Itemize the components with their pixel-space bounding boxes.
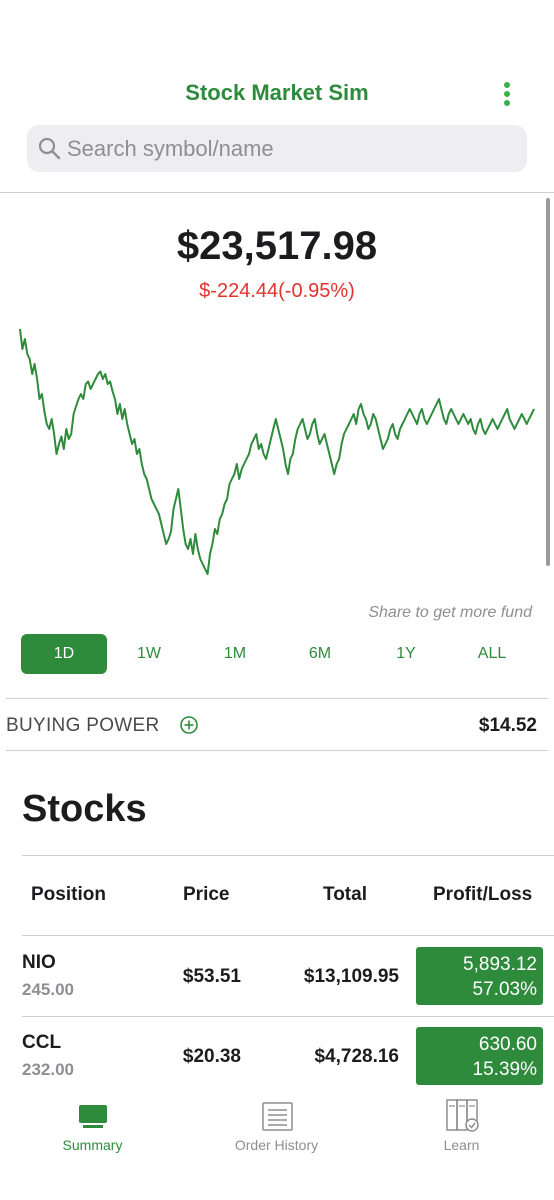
- app-title: Stock Market Sim: [185, 80, 369, 105]
- column-header-profit-loss: Profit/Loss: [433, 884, 533, 905]
- tab-bar: Summary Order History Learn: [0, 1086, 554, 1200]
- range-1y-button[interactable]: 1Y: [363, 634, 449, 674]
- tab-learn[interactable]: Learn: [369, 1086, 554, 1166]
- portfolio-change: $-224.44(-0.95%): [199, 280, 355, 302]
- portfolio-line: [19, 328, 535, 575]
- document-list-icon: [262, 1102, 293, 1131]
- tab-order-history[interactable]: Order History: [184, 1086, 369, 1166]
- tab-label: Order History: [234, 1137, 319, 1153]
- divider: [0, 192, 554, 193]
- portfolio-balance: $23,517.98: [176, 224, 378, 268]
- add-funds-icon[interactable]: [179, 715, 199, 735]
- range-6m-button[interactable]: 6M: [277, 634, 363, 674]
- stock-symbol: CCL: [22, 1032, 62, 1053]
- stock-quantity: 245.00: [22, 980, 74, 999]
- divider: [6, 750, 548, 751]
- table-row[interactable]: CCL 232.00 $20.38 $4,728.16 630.60 15.39…: [0, 1016, 554, 1096]
- stock-price: $53.51: [182, 966, 241, 987]
- profit-loss-amount: 5,893.12: [463, 954, 537, 975]
- more-dot-icon: [504, 91, 510, 97]
- profit-loss-amount: 630.60: [478, 1034, 537, 1055]
- divider: [22, 855, 554, 856]
- search-bar[interactable]: [27, 125, 527, 172]
- column-header-price: Price: [183, 884, 230, 905]
- stock-quantity: 232.00: [22, 1060, 74, 1079]
- more-dot-icon: [504, 82, 510, 88]
- monitor-icon: [79, 1105, 107, 1128]
- tab-label: Learn: [443, 1137, 480, 1153]
- table-row[interactable]: NIO 245.00 $53.51 $13,109.95 5,893.12 57…: [0, 936, 554, 1016]
- profit-loss-percent: 15.39%: [472, 1059, 537, 1080]
- stock-total: $4,728.16: [314, 1046, 399, 1067]
- search-input[interactable]: [67, 125, 517, 172]
- stock-price: $20.38: [182, 1046, 241, 1067]
- stock-symbol: NIO: [22, 952, 56, 973]
- portfolio-chart: [19, 328, 535, 575]
- profit-loss-percent: 57.03%: [472, 979, 537, 1000]
- stocks-heading: Stocks: [22, 788, 147, 830]
- search-icon: [38, 137, 61, 160]
- range-selector: 1D 1W 1M 6M 1Y ALL: [21, 634, 535, 674]
- profit-loss-badge: 630.60 15.39%: [416, 1027, 543, 1085]
- range-1m-button[interactable]: 1M: [192, 634, 278, 674]
- divider: [6, 698, 548, 699]
- range-1d-button[interactable]: 1D: [21, 634, 107, 674]
- share-note: Share to get more fund: [368, 604, 532, 621]
- range-all-button[interactable]: ALL: [449, 634, 535, 674]
- books-check-icon: [446, 1099, 479, 1132]
- stock-total: $13,109.95: [303, 966, 399, 987]
- tab-summary[interactable]: Summary: [0, 1086, 185, 1166]
- tab-label: Summary: [62, 1137, 123, 1153]
- column-header-total: Total: [323, 884, 367, 905]
- column-header-position: Position: [31, 884, 106, 905]
- profit-loss-badge: 5,893.12 57.03%: [416, 947, 543, 1005]
- buying-power-value: $14.52: [478, 715, 537, 736]
- buying-power-label: BUYING POWER: [6, 715, 160, 736]
- more-options-button[interactable]: [498, 82, 516, 106]
- more-dot-icon: [504, 100, 510, 106]
- range-1w-button[interactable]: 1W: [106, 634, 192, 674]
